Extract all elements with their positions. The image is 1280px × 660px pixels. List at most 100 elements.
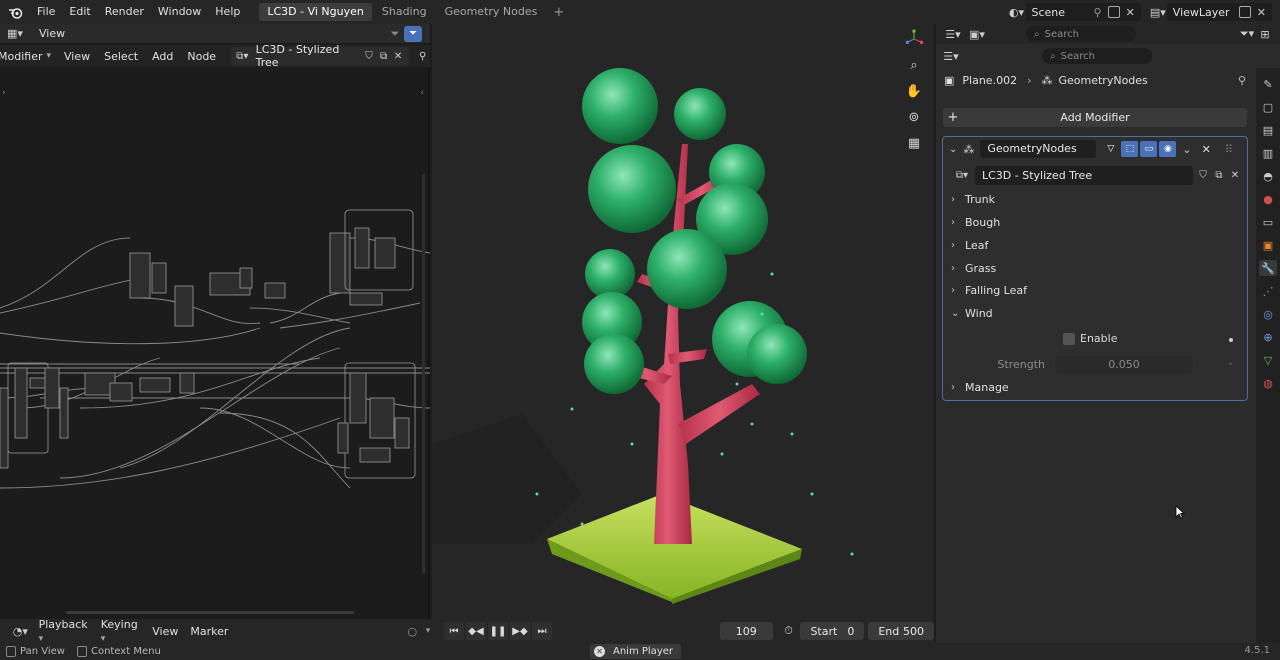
collapse-chevron-icon[interactable]: ⌄ <box>949 144 957 155</box>
object-icon[interactable]: ▣ <box>1259 237 1277 253</box>
keyframe-dot-icon[interactable]: • <box>1228 360 1233 369</box>
drag-handle-icon[interactable]: ⠿ <box>1225 143 1233 156</box>
editor-context-dropdown[interactable]: Modifier ▾ <box>0 50 51 63</box>
section-bough[interactable]: › Bough <box>951 212 1000 232</box>
add-modifier-button[interactable]: + Add Modifier <box>943 108 1247 127</box>
section-manage[interactable]: › Manage <box>951 377 1009 397</box>
render-icon[interactable]: ▢ <box>1259 99 1277 115</box>
menu-view[interactable]: View <box>57 50 97 63</box>
scene-selector[interactable]: Scene ⚲ ✕ <box>1025 3 1141 21</box>
zoom-icon[interactable]: ⌕ <box>904 56 924 74</box>
edit-mode-cage-icon[interactable]: ▽ <box>1102 141 1119 157</box>
constraints-icon[interactable]: ⊕ <box>1259 329 1277 345</box>
keying-set-icon[interactable]: ▾ <box>420 622 436 640</box>
edit-mode-toggle-icon[interactable]: ⬚ <box>1121 141 1139 157</box>
editor-type-icon[interactable]: ▦▾ <box>6 25 24 43</box>
editor-context-label[interactable]: Modifier <box>0 50 42 63</box>
jump-to-end-icon[interactable]: ⏭ <box>531 622 552 640</box>
view-layer-icon[interactable]: ▥ <box>1259 145 1277 161</box>
menu-select[interactable]: Select <box>97 50 145 63</box>
scene-type-icon[interactable]: ◐▾ <box>1008 3 1026 21</box>
keyframe-dot-icon[interactable] <box>1229 338 1233 342</box>
view-layer-icon[interactable]: ▤▾ <box>1149 3 1167 21</box>
outliner-search-input[interactable]: ⌕ Search <box>1026 26 1136 42</box>
filter-icon[interactable]: ⏷ <box>386 25 404 43</box>
data-icon[interactable]: ▽ <box>1259 352 1277 368</box>
new-collection-icon[interactable]: ⊞ <box>1256 25 1274 43</box>
properties-search-input[interactable]: ⌕ Search <box>1042 48 1152 64</box>
axis-gizmo-icon[interactable] <box>904 29 924 48</box>
next-keyframe-icon[interactable]: ▶◆ <box>509 622 530 640</box>
close-icon[interactable]: ✕ <box>1227 167 1243 183</box>
output-icon[interactable]: ▤ <box>1259 122 1277 138</box>
menu-add[interactable]: Add <box>145 50 180 63</box>
view-layer-selector[interactable]: ViewLayer ✕ <box>1166 3 1272 21</box>
outliner-editor-icon[interactable]: ☰▾ <box>944 25 962 43</box>
add-workspace-button[interactable]: + <box>547 5 570 20</box>
material-icon[interactable]: ◍ <box>1259 375 1277 391</box>
filter-icon[interactable]: ⏷▾ <box>1238 25 1256 43</box>
jump-to-start-icon[interactable]: ⏮ <box>443 622 464 640</box>
physics-icon[interactable]: ◎ <box>1259 306 1277 322</box>
pan-hand-icon[interactable]: ✋ <box>904 82 924 100</box>
start-frame-field[interactable]: Start 0 <box>800 622 865 640</box>
pin-icon[interactable]: ⚲ <box>1238 74 1246 87</box>
section-grass[interactable]: › Grass <box>951 258 996 278</box>
node-group-name[interactable]: LC3D - Stylized Tree <box>982 169 1092 182</box>
collection-icon[interactable]: ▭ <box>1259 214 1277 230</box>
modifier-name-field[interactable]: GeometryNodes <box>980 140 1097 158</box>
sidebar-toggle-icon[interactable]: ‹ <box>420 88 424 98</box>
fake-user-shield-icon[interactable]: ⛉ <box>1195 167 1211 183</box>
display-mode-icon[interactable]: ▣▾ <box>968 25 986 43</box>
duplicate-icon[interactable]: ⧉ <box>1211 167 1227 183</box>
horizontal-scrollbar[interactable] <box>66 611 354 614</box>
wind-enable-checkbox[interactable]: Enable <box>1063 332 1117 345</box>
pin-icon[interactable]: ⚲ <box>1094 6 1102 19</box>
node-tree-name[interactable]: LC3D - Stylized Tree <box>250 43 362 69</box>
menu-playback[interactable]: Playback ▾ <box>33 618 95 644</box>
3d-viewport[interactable]: ⌕ ✋ ⊚ ▦ <box>432 24 934 619</box>
stopwatch-icon[interactable]: ⏱ <box>781 622 797 640</box>
menu-help[interactable]: Help <box>208 0 247 24</box>
scene-name[interactable]: Scene <box>1032 6 1094 19</box>
viewport-display-toggle-icon[interactable]: ▭ <box>1140 141 1158 157</box>
node-tree-selector[interactable]: ⧉▾ LC3D - Stylized Tree ⛉ ⧉ ✕ <box>231 43 410 69</box>
new-view-layer-icon[interactable] <box>1238 6 1251 18</box>
fake-user-shield-icon[interactable]: ⛉ <box>362 48 377 64</box>
node-tree-icon[interactable]: ⧉▾ <box>235 48 250 64</box>
tool-icon[interactable]: ✎ <box>1259 76 1277 92</box>
duplicate-icon[interactable]: ⧉ <box>376 48 391 64</box>
blender-logo-icon[interactable] <box>0 6 30 19</box>
section-falling-leaf[interactable]: › Falling Leaf <box>951 280 1027 300</box>
grid-perspective-icon[interactable]: ▦ <box>904 134 924 152</box>
tab-geometry-nodes[interactable]: Geometry Nodes <box>437 3 546 21</box>
timeline-editor-icon[interactable]: ◔▾ <box>8 622 33 640</box>
auto-keying-icon[interactable]: ○ <box>404 622 420 640</box>
properties-editor-icon[interactable]: ☰▾ <box>942 47 960 65</box>
new-scene-icon[interactable] <box>1107 6 1120 18</box>
menu-keying[interactable]: Keying ▾ <box>95 618 147 644</box>
close-icon[interactable]: ✕ <box>1126 6 1135 19</box>
close-icon[interactable]: ✕ <box>391 48 406 64</box>
tab-shading[interactable]: Shading <box>374 3 435 21</box>
chevron-down-icon[interactable]: ⌄ <box>1182 143 1191 156</box>
tab-lc3d-vi-nguyen[interactable]: LC3D - Vi Nguyen <box>259 3 372 21</box>
breadcrumb-object[interactable]: Plane.002 <box>962 74 1017 87</box>
close-icon[interactable]: ✕ <box>1257 6 1266 19</box>
view-layer-name[interactable]: ViewLayer <box>1173 6 1233 19</box>
section-trunk[interactable]: › Trunk <box>951 189 995 209</box>
filter-toggle-icon[interactable]: ⏷ <box>404 25 422 42</box>
pause-icon[interactable]: ❚❚ <box>487 622 508 640</box>
menu-window[interactable]: Window <box>151 0 208 24</box>
scene-icon[interactable]: ◓ <box>1259 168 1277 184</box>
strength-field[interactable]: 0.050 <box>1055 355 1193 373</box>
menu-view-top[interactable]: View <box>32 27 72 40</box>
close-icon[interactable]: ✕ <box>594 646 605 657</box>
chevron-down-icon[interactable]: ▾ <box>46 51 51 61</box>
section-wind[interactable]: ⌄ Wind <box>951 303 993 323</box>
prev-keyframe-icon[interactable]: ◆◀ <box>465 622 486 640</box>
particles-icon[interactable]: ⋰ <box>1259 283 1277 299</box>
menu-view[interactable]: View <box>146 625 184 638</box>
end-frame-field[interactable]: End 500 <box>868 622 934 640</box>
anim-player-button[interactable]: ✕ Anim Player <box>590 644 681 659</box>
